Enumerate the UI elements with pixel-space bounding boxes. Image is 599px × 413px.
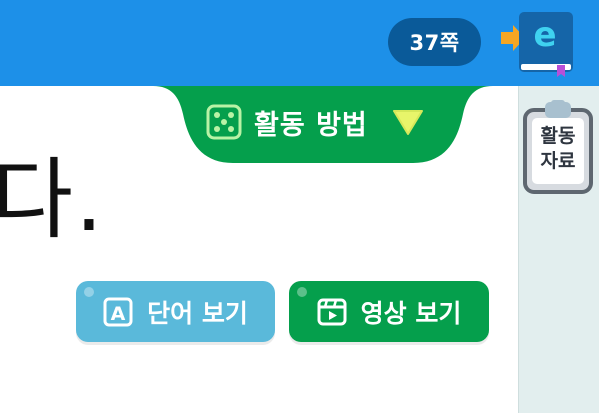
lesson-screen: 37쪽 e 활동 자료 활동 방법 다. A 단어 보기 영상 보기: [0, 0, 599, 413]
sentence-text: 다.: [0, 148, 105, 251]
svg-text:e: e: [533, 15, 556, 55]
triangle-down-icon[interactable]: [392, 108, 424, 136]
activity-method-label: 활동 방법: [254, 109, 368, 141]
button-shine: [84, 287, 94, 297]
activity-method-tab-content[interactable]: 활동 방법: [206, 100, 424, 144]
video-icon: [317, 298, 347, 325]
dice-icon: [206, 104, 242, 140]
page-indicator-text: 37쪽: [409, 31, 460, 55]
page-indicator: 37쪽: [388, 18, 481, 66]
view-words-button[interactable]: A 단어 보기: [76, 281, 275, 342]
view-video-button[interactable]: 영상 보기: [289, 281, 489, 342]
clipboard-icon[interactable]: [523, 100, 593, 195]
view-video-label: 영상 보기: [360, 298, 462, 328]
ebook-e-icon[interactable]: e: [497, 8, 579, 80]
letter-a-icon: A: [103, 297, 133, 326]
button-shine: [297, 287, 307, 297]
svg-text:A: A: [111, 303, 126, 325]
view-words-label: 단어 보기: [147, 298, 248, 328]
